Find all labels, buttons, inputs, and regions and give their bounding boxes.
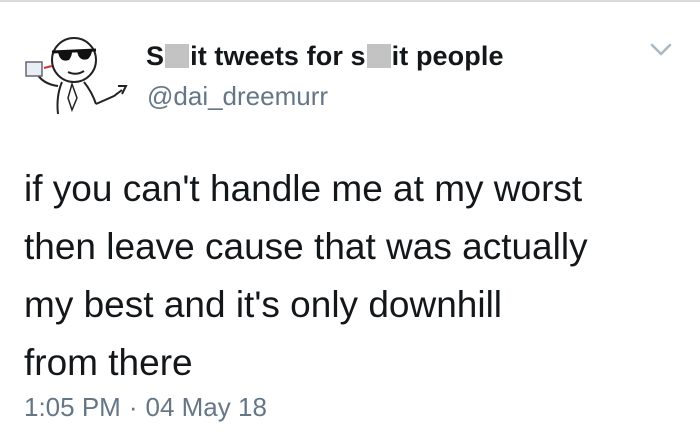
display-name[interactable]: Sit tweets for s it people <box>146 41 504 72</box>
timestamp-separator: · <box>128 392 138 422</box>
censor-block-1 <box>165 44 190 68</box>
avatar[interactable] <box>22 26 130 122</box>
tweet-date: 04 May 18 <box>145 392 267 422</box>
chevron-down-icon[interactable] <box>650 42 672 58</box>
display-name-start: S <box>146 41 165 71</box>
display-name-middle: it tweets for s <box>190 41 366 71</box>
display-name-end: it people <box>391 41 504 71</box>
avatar-illustration <box>25 37 128 115</box>
user-handle[interactable]: @dai_dreemurr <box>147 81 328 112</box>
divider <box>0 0 700 2</box>
censor-block-2 <box>366 44 391 68</box>
tweet-timestamp[interactable]: 1:05 PM · 04 May 18 <box>24 392 267 423</box>
tweet-text: if you can't handle me at my worst then … <box>24 168 588 383</box>
tweet-card: Sit tweets for s it people @dai_dreemurr … <box>0 0 700 434</box>
tweet-time: 1:05 PM <box>24 392 121 422</box>
